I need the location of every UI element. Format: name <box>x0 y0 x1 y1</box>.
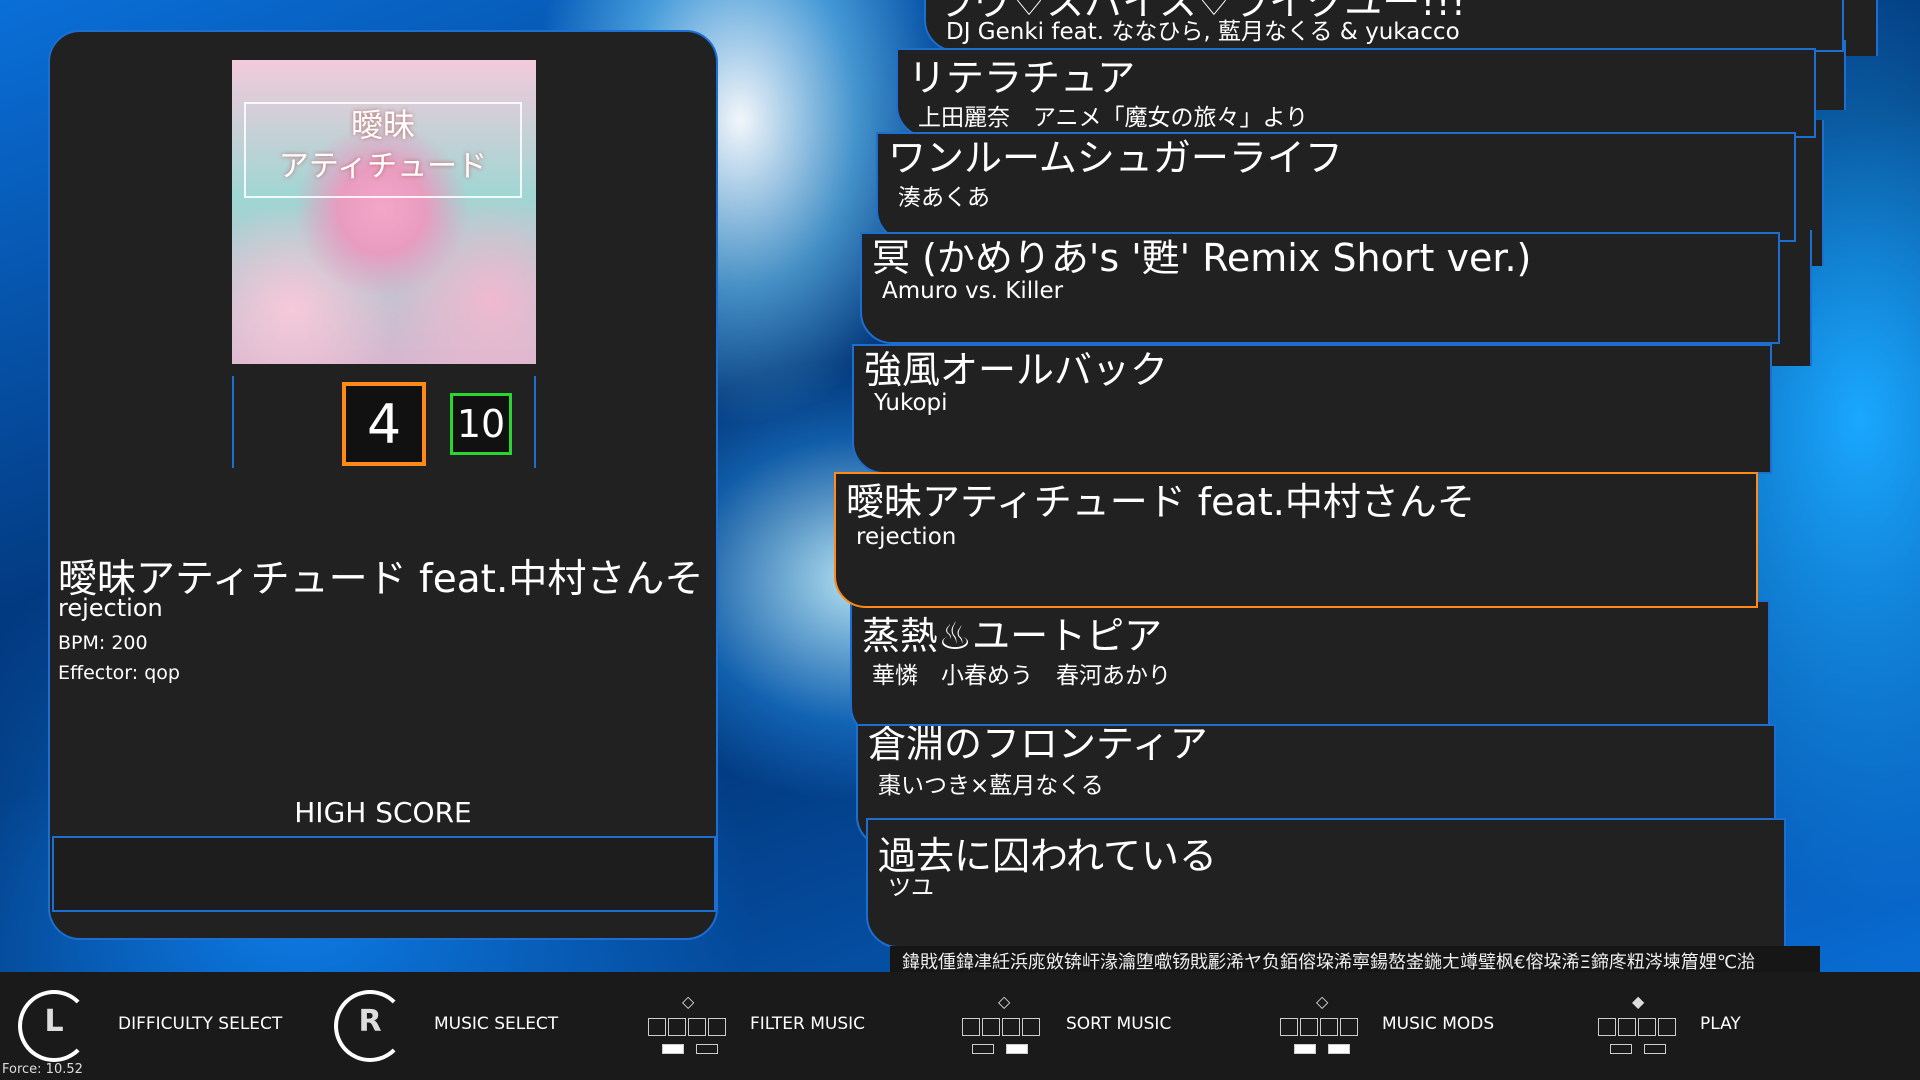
song-card-title: 蒸熱♨ユートピア <box>862 614 1163 658</box>
song-card-artist: DJ Genki feat. ななひら, 藍月なくる & yukacco <box>946 19 1460 45</box>
high-score-label: HIGH SCORE <box>294 796 472 829</box>
difficulty-level-next[interactable]: 10 <box>450 393 512 455</box>
song-card-artist: rejection <box>856 524 957 550</box>
effector-label: Effector: qop <box>58 662 180 684</box>
song-card-artist: 上田麗奈 アニメ「魔女の旅々」より <box>918 105 1309 131</box>
jacket-title-box: 曖昧 アティチュード <box>244 102 522 198</box>
song-card[interactable]: 蒸熱♨ユートピア 華憐 小春めう 春河あかり <box>850 600 1770 738</box>
fx-keys-icon <box>1610 1044 1666 1054</box>
song-card-artist: ツユ <box>888 875 934 901</box>
song-card-title: 冥 (かめりあ's '甦' Remix Short ver.) <box>872 236 1532 280</box>
song-card-title: 曖昧アティチュード feat.中村さんそ <box>846 480 1475 524</box>
song-card-artist: 棗いつき×藍月なくる <box>878 773 1104 799</box>
jacket-text-line2: アティチュード <box>278 149 488 184</box>
knob-l-icon[interactable]: L <box>18 990 90 1062</box>
selected-song-artist: rejection <box>58 594 163 622</box>
bt-keys-icon <box>648 1018 726 1036</box>
song-card[interactable]: リテラチュア 上田麗奈 アニメ「魔女の旅々」より <box>896 48 1816 138</box>
song-card[interactable]: ワンルームシュガーライフ 湊あくあ <box>876 132 1796 242</box>
song-card-artist: Amuro vs. Killer <box>882 278 1064 304</box>
difficulty-select-label: DIFFICULTY SELECT <box>118 1014 283 1034</box>
song-card[interactable]: 強風オールバック Yukopi <box>852 344 1772 474</box>
music-select-label: MUSIC SELECT <box>434 1014 559 1034</box>
song-card[interactable]: 冥 (かめりあ's '甦' Remix Short ver.) Amuro vs… <box>860 232 1780 344</box>
bt-keys-icon <box>1280 1018 1358 1036</box>
song-card-title: 倉淵のフロンティア <box>868 724 1208 766</box>
knob-l-letter: L <box>44 1004 64 1039</box>
filter-music-button[interactable]: FILTER MUSIC <box>750 1014 865 1034</box>
song-card[interactable]: ラヴ♡スパイス♡ライクユー!!! DJ Genki feat. ななひら, 藍月… <box>924 0 1844 52</box>
music-mods-button[interactable]: MUSIC MODS <box>1382 1014 1494 1034</box>
fx-keys-icon <box>1294 1044 1350 1054</box>
song-card-artist: Yukopi <box>874 390 948 416</box>
play-button[interactable]: PLAY <box>1700 1014 1741 1034</box>
sort-music-button[interactable]: SORT MUSIC <box>1066 1014 1171 1034</box>
song-card-title: ワンルームシュガーライフ <box>888 136 1343 180</box>
high-score-box <box>52 836 716 912</box>
difficulty-divider-left <box>232 376 234 468</box>
song-card-title: 強風オールバック <box>864 348 1169 392</box>
diamond-outline-icon: ◇ <box>1316 992 1329 1011</box>
song-card-artist: 華憐 小春めう 春河あかり <box>872 663 1171 689</box>
difficulty-level-selected[interactable]: 4 <box>342 382 426 466</box>
difficulty-divider-right <box>534 376 536 468</box>
song-card-artist: 湊あくあ <box>898 185 990 211</box>
jacket-art: 曖昧 アティチュード <box>232 60 536 364</box>
bpm-label: BPM: 200 <box>58 632 148 654</box>
diamond-outline-icon: ◇ <box>682 992 695 1011</box>
song-card-selected[interactable]: 曖昧アティチュード feat.中村さんそ rejection <box>834 472 1758 608</box>
diamond-outline-icon: ◇ <box>998 992 1011 1011</box>
knob-r-letter: R <box>358 1004 382 1039</box>
song-card-title: リテラチュア <box>908 56 1136 100</box>
fx-keys-icon <box>662 1044 718 1054</box>
song-card[interactable]: 過去に囚われている ツユ <box>866 818 1786 948</box>
bt-keys-icon <box>1598 1018 1676 1036</box>
fx-keys-icon <box>972 1044 1028 1054</box>
knob-r-icon[interactable]: R <box>334 990 406 1062</box>
diamond-filled-icon: ◆ <box>1632 992 1645 1011</box>
bt-keys-icon <box>962 1018 1040 1036</box>
force-readout: Force: 10.52 <box>2 1062 83 1077</box>
jacket-text-line1: 曖昧 <box>350 106 415 144</box>
